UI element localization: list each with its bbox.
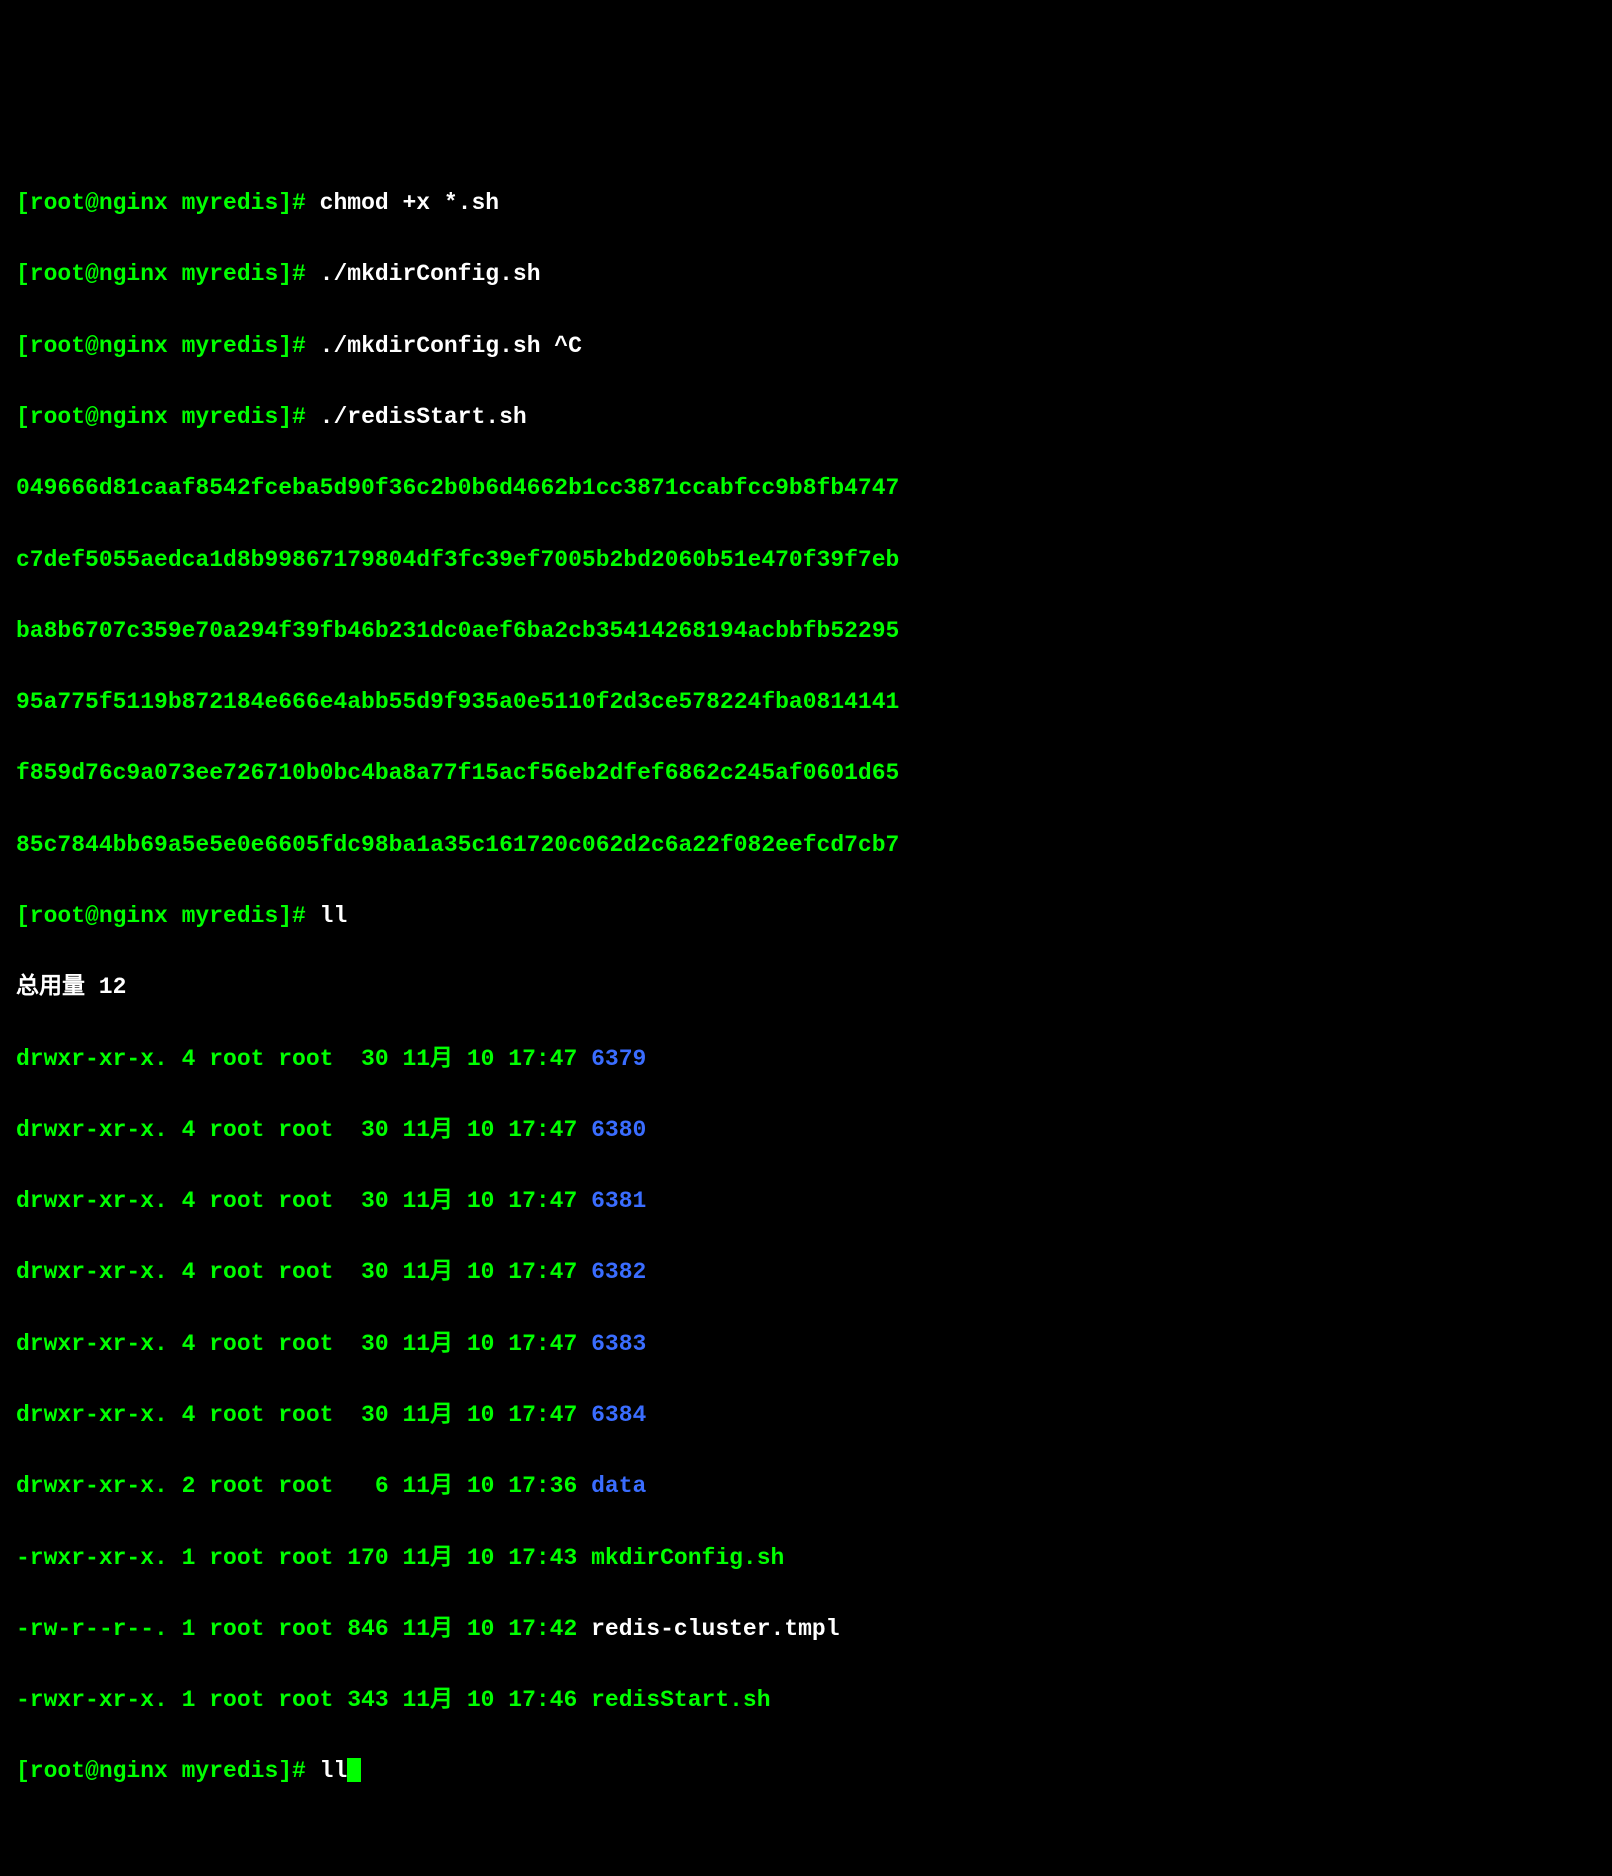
command-line-active[interactable]: [root@nginx myredis]# ll [16,1754,1596,1790]
dir-name: 6382 [591,1259,646,1285]
dir-name: 6380 [591,1117,646,1143]
listing-row: drwxr-xr-x. 4 root root 30 11月 10 17:47 … [16,1113,1596,1149]
hash-output: c7def5055aedca1d8b99867179804df3fc39ef70… [16,543,1596,579]
command-text: ll [320,903,348,929]
hash-output: 95a775f5119b872184e666e4abb55d9f935a0e51… [16,685,1596,721]
command-text: ./mkdirConfig.sh ^C [320,333,582,359]
command-line: [root@nginx myredis]# ./mkdirConfig.sh ^… [16,329,1596,365]
shell-prompt: [root@nginx myredis]# [16,903,320,929]
file-perms: -rwxr-xr-x. 1 root root 170 11月 10 17:43 [16,1545,591,1571]
terminal-output[interactable]: [root@nginx myredis]# chmod +x *.sh [roo… [16,151,1596,1826]
listing-row: -rw-r--r--. 1 root root 846 11月 10 17:42… [16,1612,1596,1648]
total-line: 总用量 12 [16,970,1596,1006]
file-perms: drwxr-xr-x. 2 root root 6 11月 10 17:36 [16,1473,591,1499]
command-line: [root@nginx myredis]# ll [16,899,1596,935]
cursor-icon [347,1758,361,1782]
hash-output: 85c7844bb69a5e5e0e6605fdc98ba1a35c161720… [16,828,1596,864]
command-text: ./mkdirConfig.sh [320,261,541,287]
listing-row: drwxr-xr-x. 4 root root 30 11月 10 17:47 … [16,1042,1596,1078]
dir-name: 6383 [591,1331,646,1357]
command-text: chmod +x *.sh [320,190,499,216]
dir-name: data [591,1473,646,1499]
exec-name: redisStart.sh [591,1687,770,1713]
shell-prompt: [root@nginx myredis]# [16,404,320,430]
file-name: redis-cluster.tmpl [591,1616,839,1642]
exec-name: mkdirConfig.sh [591,1545,784,1571]
file-perms: -rwxr-xr-x. 1 root root 343 11月 10 17:46 [16,1687,591,1713]
listing-row: drwxr-xr-x. 4 root root 30 11月 10 17:47 … [16,1255,1596,1291]
command-line: [root@nginx myredis]# chmod +x *.sh [16,186,1596,222]
dir-name: 6379 [591,1046,646,1072]
file-perms: drwxr-xr-x. 4 root root 30 11月 10 17:47 [16,1046,591,1072]
listing-row: drwxr-xr-x. 2 root root 6 11月 10 17:36 d… [16,1469,1596,1505]
listing-row: drwxr-xr-x. 4 root root 30 11月 10 17:47 … [16,1398,1596,1434]
file-perms: drwxr-xr-x. 4 root root 30 11月 10 17:47 [16,1117,591,1143]
shell-prompt: [root@nginx myredis]# [16,261,320,287]
command-line: [root@nginx myredis]# ./redisStart.sh [16,400,1596,436]
listing-row: -rwxr-xr-x. 1 root root 170 11月 10 17:43… [16,1541,1596,1577]
listing-row: -rwxr-xr-x. 1 root root 343 11月 10 17:46… [16,1683,1596,1719]
file-perms: drwxr-xr-x. 4 root root 30 11月 10 17:47 [16,1331,591,1357]
listing-row: drwxr-xr-x. 4 root root 30 11月 10 17:47 … [16,1327,1596,1363]
command-line: [root@nginx myredis]# ./mkdirConfig.sh [16,257,1596,293]
file-perms: drwxr-xr-x. 4 root root 30 11月 10 17:47 [16,1259,591,1285]
file-perms: drwxr-xr-x. 4 root root 30 11月 10 17:47 [16,1402,591,1428]
hash-output: 049666d81caaf8542fceba5d90f36c2b0b6d4662… [16,471,1596,507]
shell-prompt: [root@nginx myredis]# [16,1758,320,1784]
dir-name: 6381 [591,1188,646,1214]
shell-prompt: [root@nginx myredis]# [16,333,320,359]
hash-output: ba8b6707c359e70a294f39fb46b231dc0aef6ba2… [16,614,1596,650]
file-perms: drwxr-xr-x. 4 root root 30 11月 10 17:47 [16,1188,591,1214]
dir-name: 6384 [591,1402,646,1428]
listing-row: drwxr-xr-x. 4 root root 30 11月 10 17:47 … [16,1184,1596,1220]
hash-output: f859d76c9a073ee726710b0bc4ba8a77f15acf56… [16,756,1596,792]
file-perms: -rw-r--r--. 1 root root 846 11月 10 17:42 [16,1616,591,1642]
command-text: ./redisStart.sh [320,404,527,430]
command-text: ll [320,1758,348,1784]
shell-prompt: [root@nginx myredis]# [16,190,320,216]
